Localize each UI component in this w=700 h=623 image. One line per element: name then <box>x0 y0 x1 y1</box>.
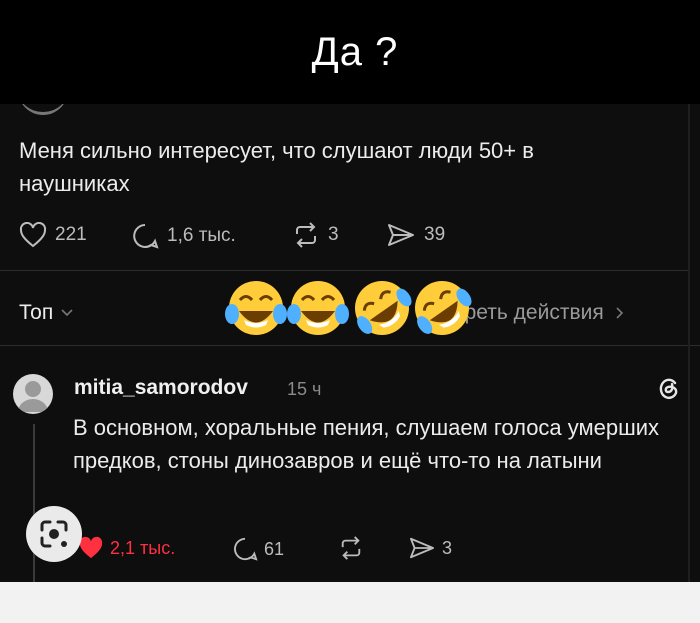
share-icon <box>388 224 414 246</box>
sort-dropdown[interactable]: Топ <box>19 301 75 325</box>
tears-of-joy-emoji <box>287 281 349 335</box>
caption-bar: Да ? <box>0 0 700 104</box>
threads-screenshot: Меня сильно интересует, что слушают люди… <box>0 104 700 582</box>
reply-username[interactable]: mitia_samorodov <box>74 376 248 400</box>
comment-icon <box>133 224 159 249</box>
reply-time: 15 ч <box>287 379 322 399</box>
post-text: Меня сильно интересует, что слушают люди… <box>19 138 534 196</box>
post-reply-button[interactable]: 1,6 тыс. <box>131 222 236 250</box>
chevron-right-icon <box>616 307 623 319</box>
repost-icon <box>341 536 361 560</box>
comment-icon <box>234 537 258 561</box>
reply-comment-button[interactable]: 61 <box>232 536 284 562</box>
reply-share-button[interactable]: 3 <box>408 536 452 560</box>
chevron-down-icon <box>61 309 73 317</box>
avatar[interactable] <box>13 374 53 414</box>
reply-comment-count: 61 <box>264 538 285 559</box>
rolling-on-floor-laughing-emoji <box>415 281 472 335</box>
caption-title: Да ? <box>311 29 399 74</box>
cropped-avatar <box>18 104 68 115</box>
heart-icon <box>19 222 47 248</box>
bottom-band <box>0 582 700 623</box>
lens-search-icon <box>40 520 68 548</box>
post-repost-button[interactable]: 3 <box>292 222 339 248</box>
share-icon <box>410 537 434 559</box>
edge-line <box>688 104 690 582</box>
post-like-count: 221 <box>55 224 87 245</box>
rolling-on-floor-laughing-emoji <box>355 281 412 335</box>
threads-logo-icon[interactable] <box>655 374 681 402</box>
view-activity-label: треть действия <box>455 301 604 324</box>
view-activity-link[interactable]: треть действия <box>455 301 626 325</box>
lens-search-button[interactable] <box>26 506 82 562</box>
reply-text: В основном, хоральные пения, слушаем гол… <box>73 415 660 473</box>
post-repost-count: 3 <box>328 224 339 245</box>
sort-label: Топ <box>19 301 54 324</box>
reply-repost-button[interactable] <box>338 536 364 560</box>
tears-of-joy-emoji <box>225 281 287 335</box>
post-reply-count: 1,6 тыс. <box>167 225 236 246</box>
post-share-button[interactable]: 39 <box>386 222 445 248</box>
emoji-overlay <box>224 278 474 338</box>
reply-share-count: 3 <box>442 537 453 558</box>
repost-icon <box>296 222 316 248</box>
divider <box>0 345 700 346</box>
post-like-button[interactable]: 221 <box>19 222 87 248</box>
post-share-count: 39 <box>424 224 446 245</box>
divider <box>0 270 690 271</box>
reply-like-count: 2,1 тыс. <box>110 537 176 558</box>
reply-like-button[interactable]: 2,1 тыс. <box>78 536 175 560</box>
default-avatar-icon <box>18 381 48 412</box>
